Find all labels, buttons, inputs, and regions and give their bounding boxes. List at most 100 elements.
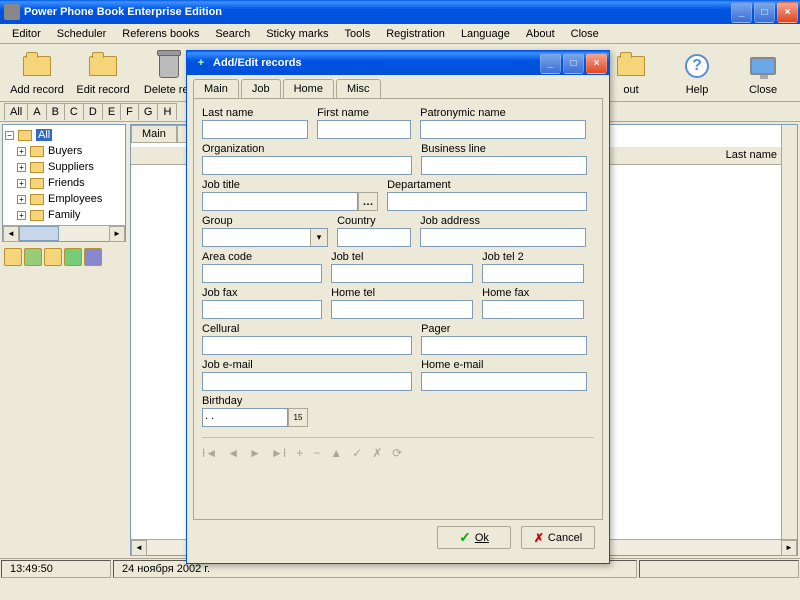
- alpha-d[interactable]: D: [83, 103, 103, 120]
- window-minimize-button[interactable]: _: [731, 2, 752, 23]
- help-button[interactable]: ? Help: [664, 48, 730, 98]
- input-area-code[interactable]: [202, 264, 322, 283]
- tree-item-employees[interactable]: +Employees: [5, 191, 123, 207]
- alpha-all[interactable]: All: [4, 103, 28, 120]
- dialog-tab-home[interactable]: Home: [283, 79, 334, 98]
- tree-twist-icon[interactable]: −: [5, 131, 14, 140]
- input-job-address[interactable]: [420, 228, 586, 247]
- input-country[interactable]: [337, 228, 411, 247]
- alpha-f[interactable]: F: [120, 103, 139, 120]
- sidebar-tool-1[interactable]: [4, 248, 22, 266]
- input-home-email[interactable]: [421, 372, 587, 391]
- tree-twist-icon[interactable]: +: [17, 195, 26, 204]
- dialog-tab-job[interactable]: Job: [241, 79, 281, 98]
- dialog-titlebar[interactable]: + Add/Edit records _ □ ×: [187, 51, 609, 75]
- scroll-right-icon[interactable]: ►: [109, 226, 125, 242]
- scroll-thumb[interactable]: [19, 226, 59, 241]
- nav-next-icon[interactable]: ►: [249, 446, 261, 460]
- input-home-fax[interactable]: [482, 300, 584, 319]
- input-job-fax[interactable]: [202, 300, 322, 319]
- sidebar-tool-5[interactable]: [84, 248, 102, 266]
- combo-group[interactable]: [202, 228, 328, 247]
- input-last-name[interactable]: [202, 120, 308, 139]
- input-organization[interactable]: [202, 156, 412, 175]
- sidebar-hscroll[interactable]: ◄ ►: [3, 225, 125, 241]
- sidebar-tool-2[interactable]: [24, 248, 42, 266]
- tree-root-all[interactable]: − All: [5, 127, 123, 143]
- input-job-tel[interactable]: [331, 264, 473, 283]
- dialog-close-button[interactable]: ×: [586, 53, 607, 74]
- tree-item-buyers[interactable]: + Buyers: [5, 143, 123, 159]
- edit-record-button[interactable]: Edit record: [70, 48, 136, 98]
- add-record-button[interactable]: Add record: [4, 48, 70, 98]
- dialog-minimize-button[interactable]: _: [540, 53, 561, 74]
- alpha-e[interactable]: E: [102, 103, 121, 120]
- birthday-calendar-button[interactable]: 15: [288, 408, 308, 427]
- grid-tab-main[interactable]: Main: [131, 125, 177, 143]
- close-button[interactable]: Close: [730, 48, 796, 98]
- scroll-right-icon[interactable]: ►: [781, 540, 797, 556]
- menu-editor[interactable]: Editor: [4, 26, 49, 42]
- menu-close[interactable]: Close: [563, 26, 607, 42]
- tree-item-suppliers[interactable]: +Suppliers: [5, 159, 123, 175]
- input-cellural[interactable]: [202, 336, 412, 355]
- menu-tools[interactable]: Tools: [337, 26, 379, 42]
- tree-item-label: Buyers: [48, 145, 82, 157]
- label-job-address: Job address: [420, 215, 586, 227]
- input-patronymic[interactable]: [420, 120, 586, 139]
- ok-button[interactable]: ✓Ok: [437, 526, 511, 549]
- menu-referens-books[interactable]: Referens books: [114, 26, 207, 42]
- window-maximize-button[interactable]: □: [754, 2, 775, 23]
- folder-icon: [18, 130, 32, 141]
- tree-twist-icon[interactable]: +: [17, 147, 26, 156]
- grid-vscroll[interactable]: [781, 125, 797, 539]
- tree-twist-icon[interactable]: +: [17, 163, 26, 172]
- scroll-left-icon[interactable]: ◄: [3, 226, 19, 242]
- nav-post-icon[interactable]: ✓: [352, 446, 362, 460]
- menu-search[interactable]: Search: [207, 26, 258, 42]
- sidebar-tool-4[interactable]: [64, 248, 82, 266]
- tree-twist-icon[interactable]: +: [17, 179, 26, 188]
- input-job-email[interactable]: [202, 372, 412, 391]
- nav-prev-icon[interactable]: ◄: [227, 446, 239, 460]
- alpha-h[interactable]: H: [157, 103, 177, 120]
- nav-refresh-icon[interactable]: ⟳: [392, 446, 402, 460]
- menu-language[interactable]: Language: [453, 26, 518, 42]
- sidebar-tool-3[interactable]: [44, 248, 62, 266]
- cancel-button[interactable]: ✗Cancel: [521, 526, 595, 549]
- nav-cancel-icon[interactable]: ✗: [372, 446, 382, 460]
- tree-item-family[interactable]: +Family: [5, 207, 123, 223]
- dialog-tab-misc[interactable]: Misc: [336, 79, 381, 98]
- alpha-g[interactable]: G: [138, 103, 159, 120]
- job-title-browse-button[interactable]: …: [358, 192, 378, 211]
- input-home-tel[interactable]: [331, 300, 473, 319]
- alpha-a[interactable]: A: [27, 103, 46, 120]
- input-business-line[interactable]: [421, 156, 587, 175]
- menu-sticky-marks[interactable]: Sticky marks: [258, 26, 336, 42]
- nav-edit-icon[interactable]: ▲: [330, 446, 342, 460]
- window-close-button[interactable]: ×: [777, 2, 798, 23]
- input-birthday[interactable]: . .: [202, 408, 288, 427]
- input-pager[interactable]: [421, 336, 587, 355]
- menu-scheduler[interactable]: Scheduler: [49, 26, 115, 42]
- menu-registration[interactable]: Registration: [378, 26, 453, 42]
- input-department[interactable]: [387, 192, 587, 211]
- input-job-title[interactable]: [202, 192, 358, 211]
- close-label: Close: [749, 84, 777, 96]
- input-job-tel2[interactable]: [482, 264, 584, 283]
- dialog-tab-main[interactable]: Main: [193, 79, 239, 98]
- tree-item-friends[interactable]: +Friends: [5, 175, 123, 191]
- scroll-left-icon[interactable]: ◄: [131, 540, 147, 556]
- nav-last-icon[interactable]: ►I: [271, 446, 286, 460]
- folder-icon: [30, 178, 44, 189]
- dialog-maximize-button[interactable]: □: [563, 53, 584, 74]
- nav-first-icon[interactable]: I◄: [202, 446, 217, 460]
- alpha-b[interactable]: B: [46, 103, 65, 120]
- input-first-name[interactable]: [317, 120, 411, 139]
- nav-delete-icon[interactable]: −: [313, 446, 320, 460]
- menu-about[interactable]: About: [518, 26, 563, 42]
- alpha-c[interactable]: C: [64, 103, 84, 120]
- grid-column-lastname[interactable]: Last name: [726, 149, 777, 161]
- nav-add-icon[interactable]: +: [296, 446, 303, 460]
- tree-twist-icon[interactable]: +: [17, 211, 26, 220]
